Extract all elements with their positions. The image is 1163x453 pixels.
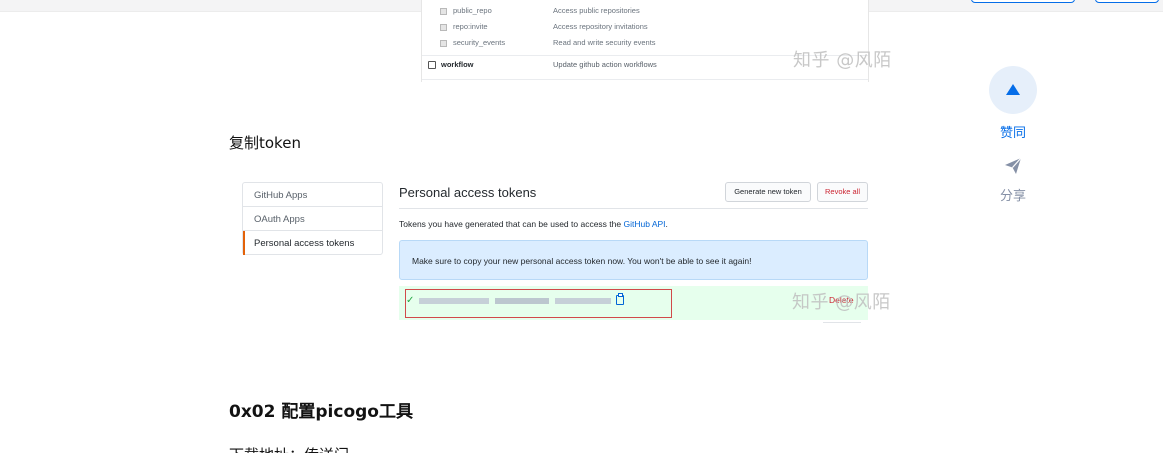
upvote-label[interactable]: 赞同 — [989, 122, 1037, 141]
redacted-token — [495, 298, 549, 304]
scope-checkbox — [440, 24, 447, 31]
share-paper-plane-icon[interactable] — [1003, 156, 1023, 176]
section-heading: 0x02 配置picogo工具 — [229, 402, 413, 422]
scope-checkbox — [440, 8, 447, 15]
scope-desc: Update github action workflows — [553, 60, 657, 69]
settings-sidebar: GitHub Apps OAuth Apps Personal access t… — [242, 182, 383, 255]
upvote-arrow-icon — [1006, 84, 1020, 95]
header-button-secondary[interactable] — [1095, 0, 1159, 3]
scope-desc: Access public repositories — [553, 6, 640, 15]
revoke-all-button: Revoke all — [817, 182, 868, 202]
copy-warning-flash: Make sure to copy your new personal acce… — [399, 240, 868, 280]
divider — [422, 79, 868, 80]
share-label[interactable]: 分享 — [989, 185, 1037, 204]
paragraph-copy-token: 复制token — [229, 134, 301, 152]
workflow-checkbox — [428, 61, 436, 69]
scope-checkbox — [440, 40, 447, 47]
redacted-token — [419, 298, 489, 304]
watermark: 知乎 @风陌 — [793, 50, 892, 71]
generate-token-button: Generate new token — [725, 182, 811, 202]
tokens-title: Personal access tokens — [399, 185, 537, 200]
github-api-link: GitHub API — [623, 219, 666, 229]
scope-name: repo:invite — [453, 22, 488, 31]
desc-suffix: . — [665, 219, 668, 229]
divider — [399, 208, 868, 209]
scope-row: repo:invite Access repository invitation… — [422, 21, 868, 37]
redacted-token — [555, 298, 611, 304]
watermark: 知乎 @风陌 — [792, 292, 891, 313]
divider — [823, 322, 861, 323]
tokens-description: Tokens you have generated that can be us… — [399, 219, 668, 229]
paragraph-download: 下载地址：传送门 — [229, 444, 349, 453]
token-row-footer — [399, 320, 868, 328]
sidebar-item-oauth-apps: OAuth Apps — [243, 207, 382, 231]
scope-desc: Read and write security events — [553, 38, 656, 47]
sidebar-item-personal-access-tokens: Personal access tokens — [243, 231, 382, 255]
scope-desc: Access repository invitations — [553, 22, 648, 31]
scope-name: security_events — [453, 38, 506, 47]
scope-name: public_repo — [453, 6, 492, 15]
header-button-primary[interactable] — [971, 0, 1075, 3]
clipboard-icon — [616, 293, 624, 305]
sidebar-item-github-apps: GitHub Apps — [243, 183, 382, 207]
scope-name: workflow — [441, 60, 474, 69]
desc-text: Tokens you have generated that can be us… — [399, 219, 624, 229]
scope-row: public_repo Access public repositories — [422, 5, 868, 21]
upvote-button[interactable] — [989, 66, 1037, 114]
